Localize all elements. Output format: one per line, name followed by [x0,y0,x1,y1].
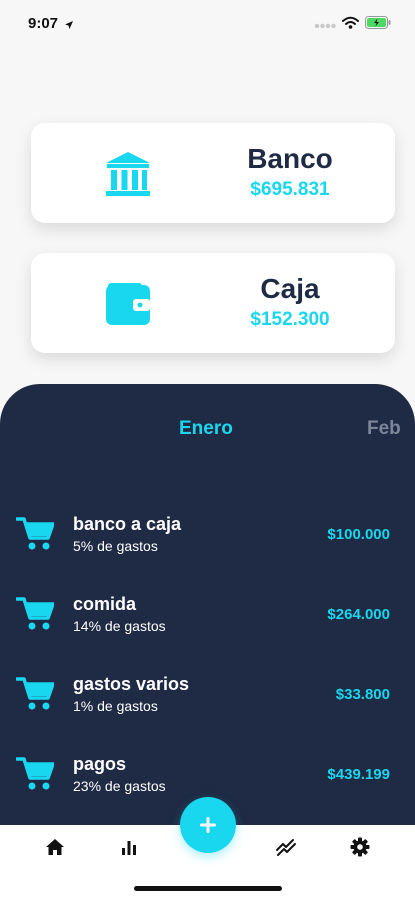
status-bar: 9:07 [0,0,415,48]
account-name: Caja [260,273,320,304]
shopping-cart-icon [15,516,55,552]
shopping-cart-icon [15,596,55,632]
expense-percent: 1% de gastos [73,698,158,714]
signal-dots-icon [314,16,336,34]
trend-icon[interactable] [275,836,297,858]
location-arrow-icon [64,17,74,35]
expenses-panel: Enero Feb banco a caja 5% de gastos $100… [0,384,415,834]
bank-icon [103,149,153,199]
gear-icon[interactable] [349,836,371,858]
add-button[interactable] [180,797,236,853]
expense-name: pagos [73,754,127,774]
expense-name: comida [73,594,137,614]
expense-percent: 23% de gastos [73,778,166,794]
account-card-banco[interactable]: Banco $695.831 [31,123,395,223]
expense-amount: $439.199 [327,766,390,783]
list-item[interactable]: gastos varios 1% de gastos $33.800 [0,666,415,726]
list-item[interactable]: banco a caja 5% de gastos $100.000 [0,506,415,566]
expense-name: gastos varios [73,674,190,694]
shopping-cart-icon [15,756,55,792]
bar-chart-icon[interactable] [118,836,140,858]
account-balance: $695.831 [250,179,330,200]
expense-name: banco a caja [73,514,182,534]
status-indicators [314,16,391,34]
expense-amount: $100.000 [327,526,390,543]
home-icon[interactable] [44,836,66,858]
month-tabs: Enero Feb [0,418,415,446]
wifi-icon [342,16,359,34]
account-card-caja[interactable]: Caja $152.300 [31,253,395,353]
tab-feb[interactable]: Feb [367,418,401,440]
expense-amount: $264.000 [327,606,390,623]
wallet-icon [103,279,153,329]
shopping-cart-icon [15,676,55,712]
expense-percent: 5% de gastos [73,538,158,554]
tab-enero[interactable]: Enero [179,418,233,440]
account-name: Banco [247,143,333,174]
home-indicator[interactable] [134,886,282,891]
expense-percent: 14% de gastos [73,618,166,634]
account-balance: $152.300 [250,309,330,330]
battery-charging-icon [365,16,391,34]
expense-amount: $33.800 [335,686,390,703]
list-item[interactable]: comida 14% de gastos $264.000 [0,586,415,646]
status-time: 9:07 [28,15,59,32]
